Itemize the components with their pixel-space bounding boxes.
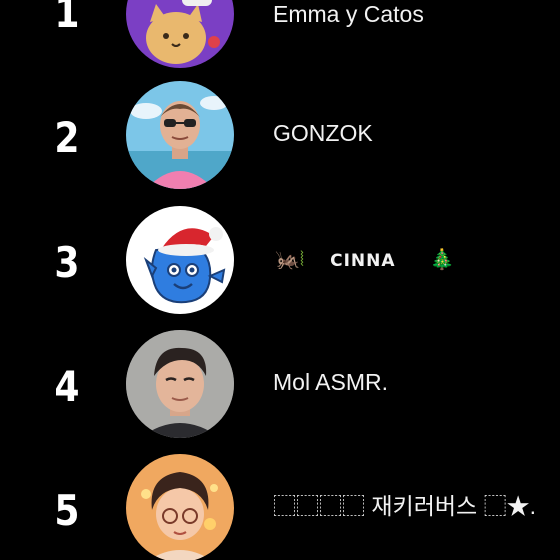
leaderboard-row[interactable]: 3 🦗⦚ CINNA 🎄 xyxy=(0,202,560,326)
player-name: GONZOK xyxy=(273,120,373,146)
person-sunglasses-avatar-icon[interactable] xyxy=(126,81,234,189)
leaderboard: 1 Emma y Catos 2 GONZOK 3 🦗⦚ CINNA 🎄 4 M… xyxy=(0,0,560,560)
player-name: ⬚⬚⬚⬚ 재키러버스 ⬚★. xyxy=(273,493,536,519)
player-name-suffix: 🎄 xyxy=(429,247,455,271)
leaderboard-row[interactable]: 2 GONZOK xyxy=(0,77,560,201)
leaderboard-row[interactable]: 4 Mol ASMR. xyxy=(0,326,560,450)
person-avatar-icon[interactable] xyxy=(126,330,234,438)
anime-character-avatar-icon[interactable] xyxy=(126,454,234,560)
leaderboard-row[interactable]: 1 Emma y Catos xyxy=(0,0,560,76)
player-name: 🦗⦚ CINNA 🎄 xyxy=(275,249,454,270)
rank-number: 3 xyxy=(54,238,80,287)
player-name: Emma y Catos xyxy=(273,1,424,27)
leaderboard-row[interactable]: 5 ⬚⬚⬚⬚ 재키러버스 ⬚★. xyxy=(0,450,560,560)
player-name-prefix: 🦗⦚ xyxy=(275,247,305,271)
rank-number: 1 xyxy=(54,0,80,37)
rank-number: 2 xyxy=(54,113,80,162)
rank-number: 5 xyxy=(54,486,80,535)
player-name-main: CINNA xyxy=(330,251,396,271)
player-name: Mol ASMR. xyxy=(273,369,389,395)
cat-avatar-icon[interactable] xyxy=(126,0,234,68)
blue-santa-character-avatar-icon[interactable] xyxy=(126,206,234,314)
rank-number: 4 xyxy=(54,362,80,411)
